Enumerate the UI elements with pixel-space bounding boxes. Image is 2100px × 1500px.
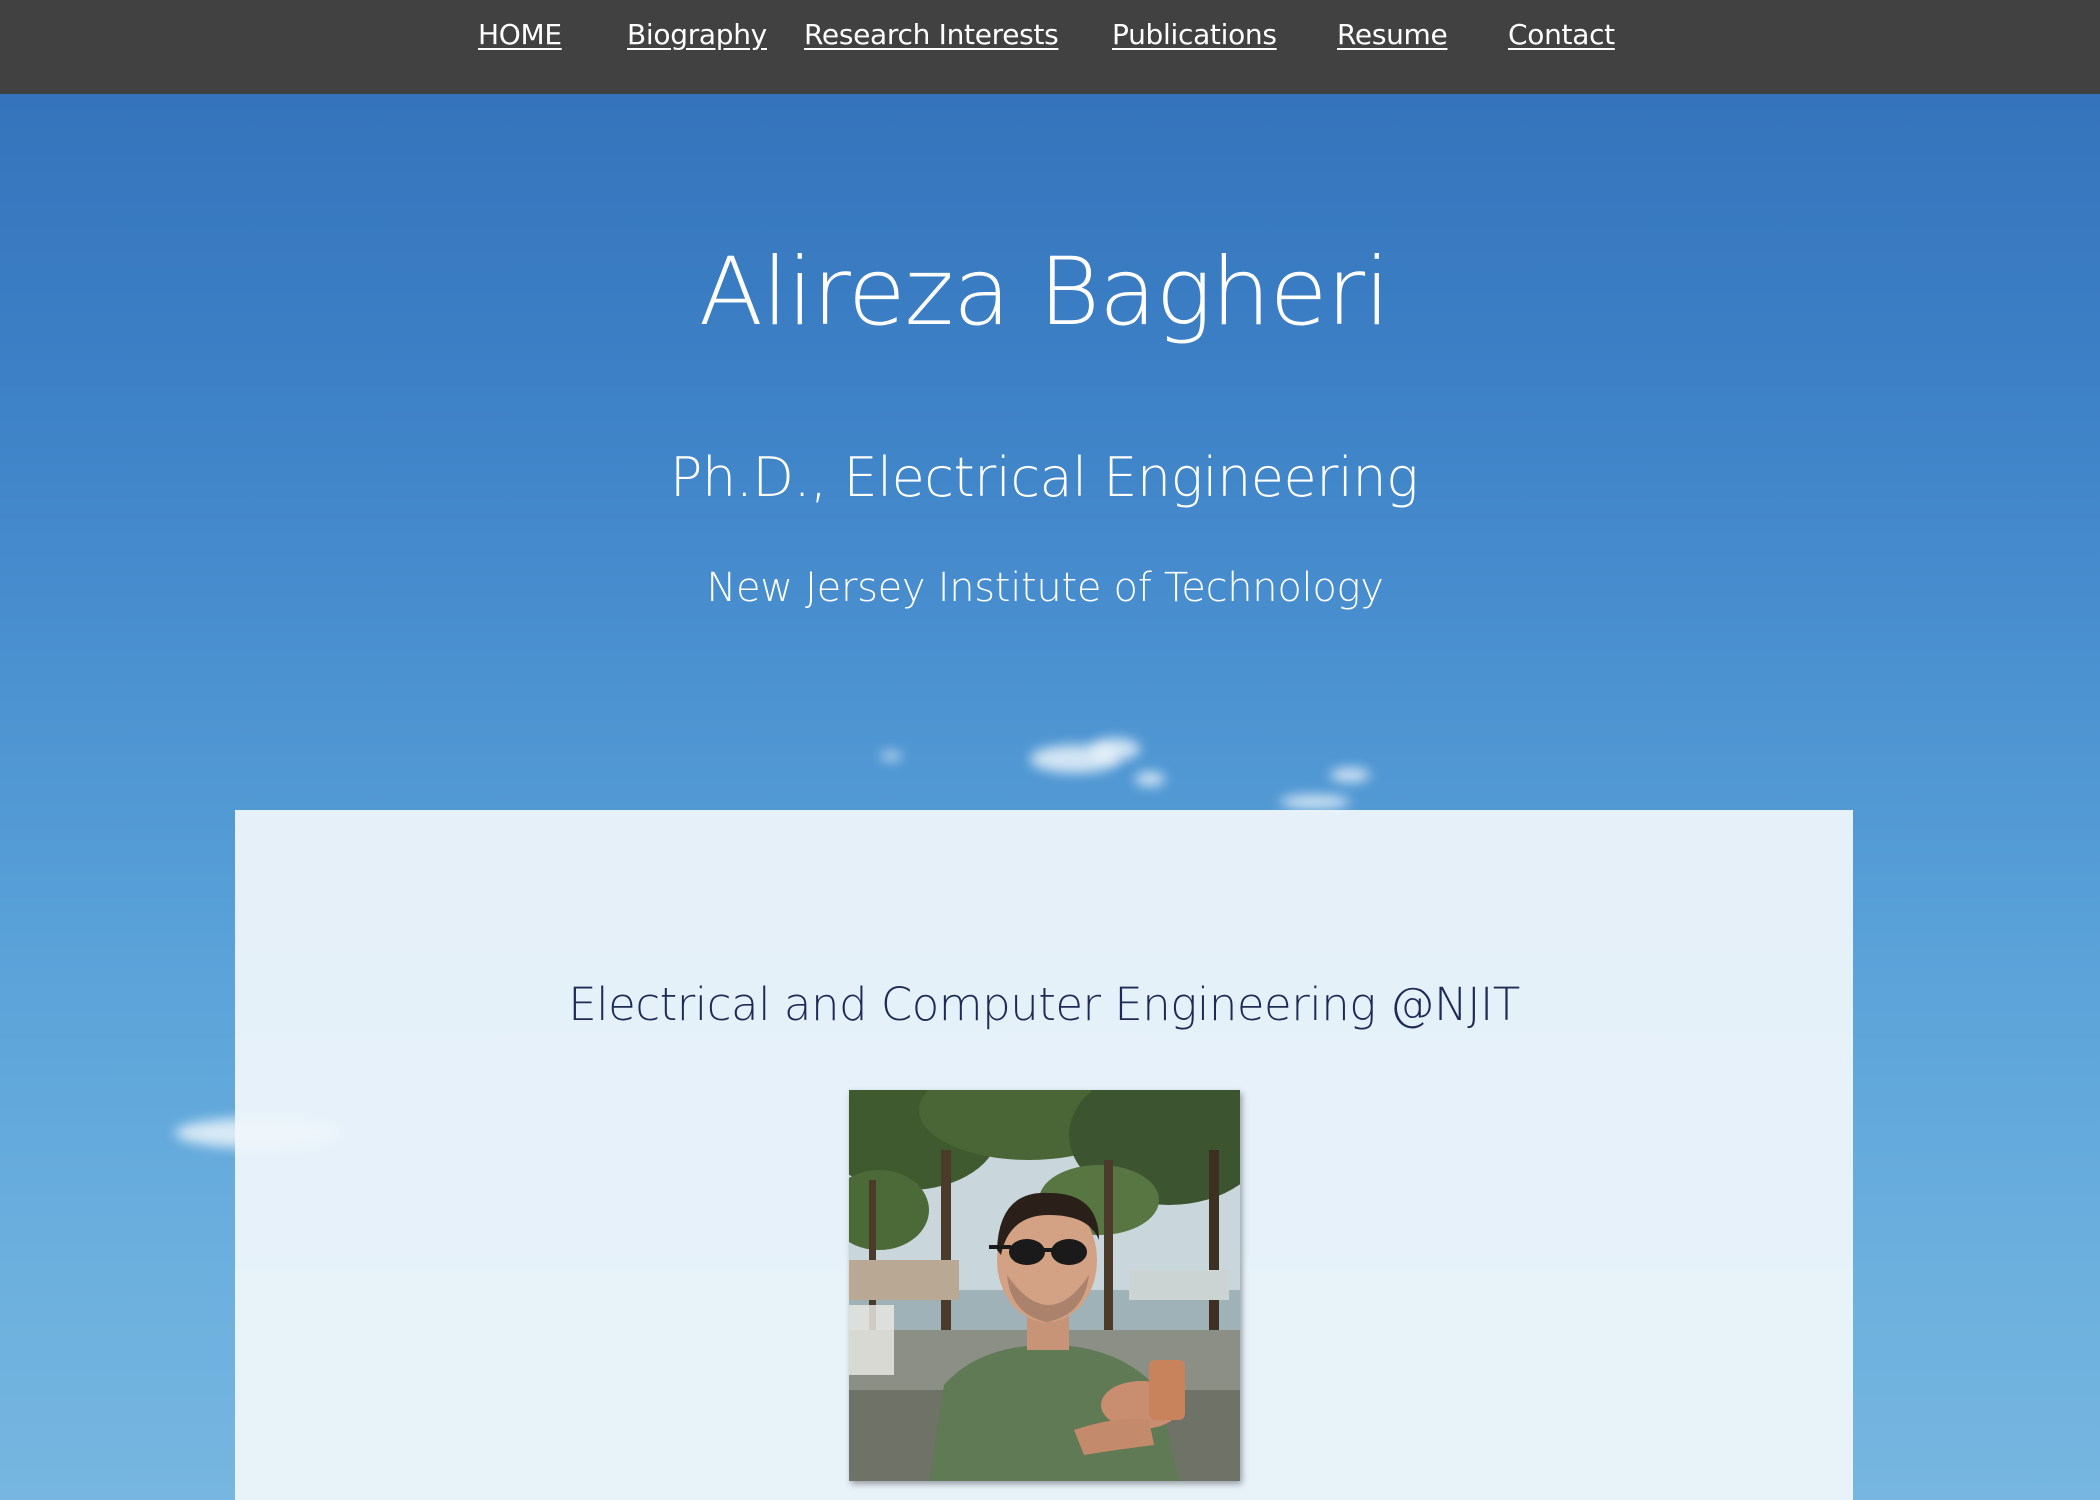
top-navigation-bar: HOME Biography Research Interests Public… [0, 0, 2100, 94]
cloud-decoration [1135, 772, 1165, 786]
cloud-decoration [880, 752, 902, 760]
profile-photo [849, 1090, 1240, 1481]
nav-link-contact[interactable]: Contact [1508, 18, 1615, 51]
content-card: Electrical and Computer Engineering @NJI… [235, 810, 1853, 1500]
nav-link-publications[interactable]: Publications [1112, 18, 1277, 51]
nav-link-home[interactable]: HOME [478, 18, 562, 51]
nav-link-resume[interactable]: Resume [1337, 18, 1448, 51]
nav-link-biography[interactable]: Biography [627, 18, 767, 51]
cloud-decoration [1330, 768, 1370, 782]
page-title-name: Alireza Bagheri [698, 238, 1391, 347]
cloud-decoration [1280, 795, 1350, 809]
nav-link-research-interests[interactable]: Research Interests [804, 18, 1059, 51]
institution-subtitle: New Jersey Institute of Technology [706, 565, 1384, 611]
cloud-decoration [1090, 738, 1140, 760]
degree-subtitle: Ph.D., Electrical Engineering [669, 446, 1419, 509]
card-heading: Electrical and Computer Engineering @NJI… [568, 978, 1520, 1031]
